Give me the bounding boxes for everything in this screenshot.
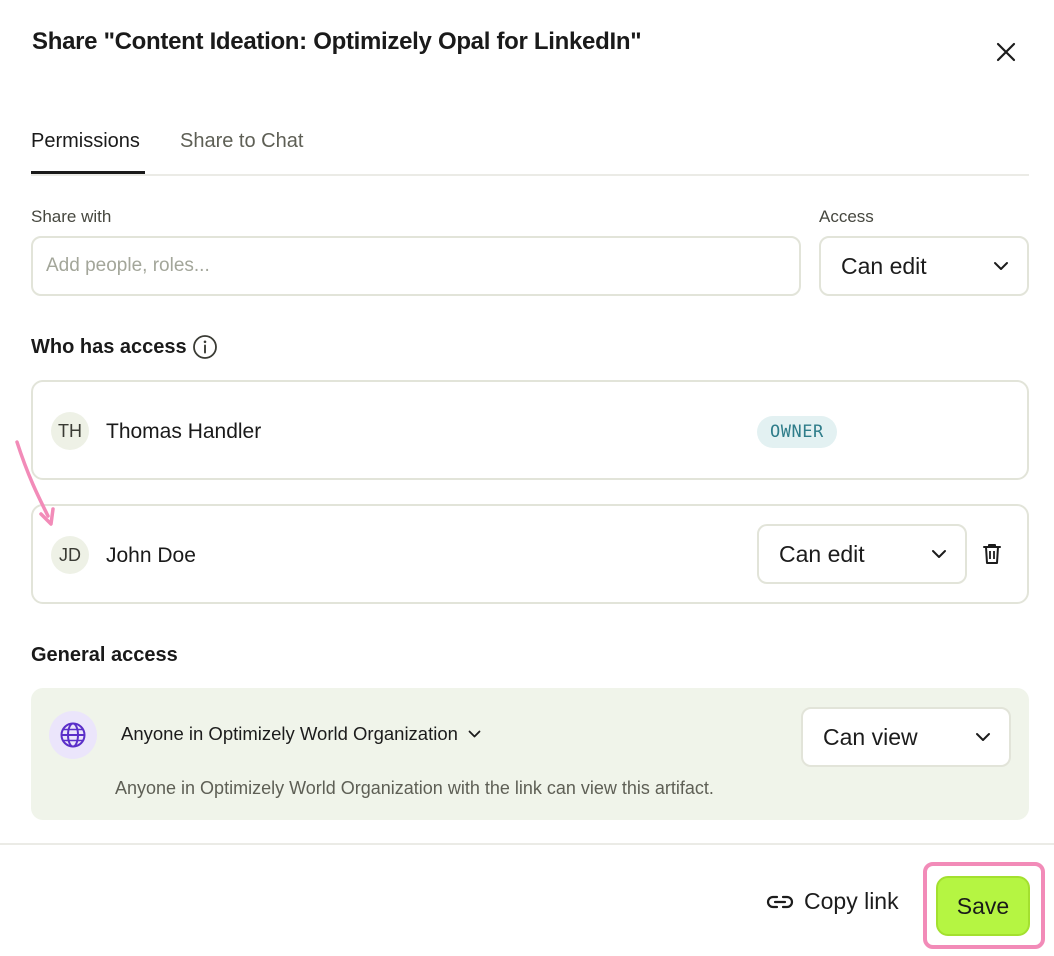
access-label: Access	[819, 207, 874, 226]
close-button[interactable]	[990, 36, 1022, 68]
share-with-input-wrapper	[31, 236, 801, 296]
globe-icon-wrapper	[49, 711, 97, 759]
user-permission-select[interactable]: Can edit	[757, 524, 967, 584]
share-dialog: Share "Content Ideation: Optimizely Opal…	[0, 0, 1054, 956]
access-select-value: Can edit	[841, 252, 927, 279]
trash-icon	[983, 544, 1001, 564]
tab-share-to-chat[interactable]: Share to Chat	[180, 130, 303, 174]
tab-permissions[interactable]: Permissions	[31, 130, 145, 174]
link-icon	[766, 895, 794, 908]
user-name: John Doe	[106, 544, 196, 567]
close-icon	[996, 42, 1016, 62]
general-permission-value: Can view	[823, 723, 918, 750]
owner-badge: OWNER	[757, 416, 837, 448]
general-access-description: Anyone in Optimizely World Organization …	[115, 778, 714, 798]
chevron-down-icon	[975, 729, 991, 745]
user-row-member: JD John Doe Can edit	[31, 504, 1029, 604]
organization-select[interactable]: Anyone in Optimizely World Organization	[121, 723, 481, 745]
copy-link-button[interactable]: Copy link	[766, 888, 899, 915]
chevron-down-icon	[993, 258, 1009, 274]
remove-user-button[interactable]	[981, 542, 1003, 566]
general-access-title: General access	[31, 644, 178, 666]
avatar: JD	[51, 536, 89, 574]
who-has-access-title: Who has access	[31, 336, 187, 358]
user-permission-value: Can edit	[779, 540, 865, 567]
chevron-down-icon	[931, 546, 947, 562]
chevron-down-icon	[468, 730, 481, 738]
save-button[interactable]: Save	[936, 876, 1030, 936]
tab-bar: Permissions Share to Chat	[31, 110, 1029, 176]
dialog-title: Share "Content Ideation: Optimizely Opal…	[32, 28, 642, 55]
general-permission-select[interactable]: Can view	[801, 707, 1011, 767]
general-access-box: Anyone in Optimizely World Organization …	[31, 688, 1029, 820]
info-icon[interactable]	[192, 334, 218, 360]
user-name: Thomas Handler	[106, 420, 262, 443]
globe-icon	[60, 722, 86, 748]
share-with-input[interactable]	[46, 255, 799, 277]
copy-link-label: Copy link	[804, 888, 899, 914]
user-row-owner: TH Thomas Handler OWNER	[31, 380, 1029, 480]
footer-divider	[0, 843, 1054, 845]
annotation-arrow-icon	[15, 440, 55, 526]
organization-select-value: Anyone in Optimizely World Organization	[121, 723, 458, 744]
share-with-label: Share with	[31, 207, 112, 226]
access-select[interactable]: Can edit	[819, 236, 1029, 296]
